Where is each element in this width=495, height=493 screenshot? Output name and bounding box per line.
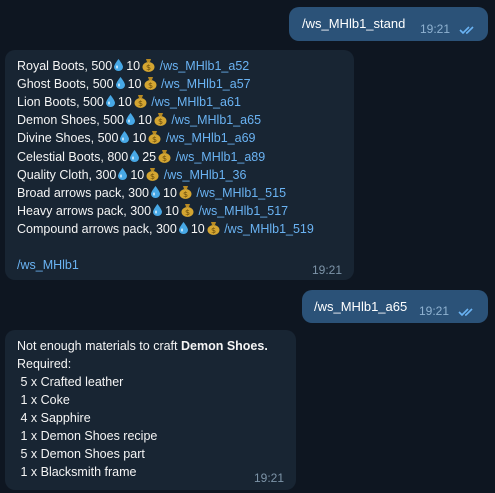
footer-command-link[interactable]: /ws_MHlb1 [17, 256, 79, 274]
item-name-price: Celestial Boots, 800 [17, 149, 129, 164]
water-drop-icon [153, 203, 163, 216]
svg-text:$: $ [183, 190, 188, 199]
outgoing-message-craft[interactable]: /ws_MHlb1_a65 19:21 [302, 290, 488, 323]
water-drop-icon [120, 130, 130, 144]
item-command-link[interactable]: /ws_MHlb1_a57 [161, 77, 251, 91]
svg-text:$: $ [162, 154, 167, 163]
shop-item-row: Heavy arrows pack, 300 10 $ /ws_MHlb1_517 [17, 202, 288, 220]
shop-list-message: Royal Boots, 500 10 $ /ws_MHlb1_a52 Ghost B… [5, 50, 354, 280]
money-bag-icon: $ [142, 58, 155, 72]
item-command-link[interactable]: /ws_MHlb1_519 [224, 222, 314, 236]
item-command-link[interactable]: /ws_MHlb1_a89 [176, 150, 266, 164]
requirement-item: 1 x Coke [17, 393, 70, 407]
item-name-price: Royal Boots, 500 [17, 59, 113, 73]
svg-text:$: $ [185, 208, 190, 217]
item-command-link[interactable]: /ws_MHlb1_a61 [151, 95, 241, 109]
money-bag-icon: $ [207, 221, 220, 235]
item-gold: 10 [138, 113, 152, 128]
svg-text:$: $ [158, 117, 163, 126]
requirement-item: 5 x Crafted leather [17, 375, 124, 389]
shop-item-row: Lion Boots, 500 10 $ /ws_MHlb1_a61 [17, 93, 241, 111]
item-name-price: Ghost Boots, 500 [17, 77, 114, 92]
double-check-icon [459, 26, 474, 35]
water-drop-icon [151, 185, 161, 198]
item-command-link[interactable]: /ws_MHlb1_a52 [160, 59, 250, 73]
item-name-price: Compound arrows pack, 300 [17, 221, 177, 236]
money-bag-icon: $ [134, 94, 147, 109]
shop-item-row: Royal Boots, 500 10 $ /ws_MHlb1_a52 [17, 57, 249, 75]
required-label: Required: [17, 357, 72, 371]
item-command-link[interactable]: /ws_MHlb1_517 [198, 204, 288, 218]
requirement-item: 1 x Blacksmith frame [17, 465, 137, 479]
item-gold: 10 [165, 203, 179, 218]
item-gold: 10 [190, 221, 205, 236]
shop-item-row: Divine Shoes, 500 10 $ /ws_MHlb1_a69 [17, 129, 255, 147]
outgoing-message-stand[interactable]: /ws_MHlb1_stand 19:21 [289, 7, 488, 41]
item-name-price: Divine Shoes, 500 [17, 131, 119, 146]
craft-result-message: Not enough materials to craft Demon Shoe… [5, 330, 296, 490]
shop-item-row: Quality Cloth, 300 10 $ /ws_MHlb1_36 [17, 166, 246, 184]
item-command-link[interactable]: /ws_MHlb1_a65 [171, 113, 261, 127]
craft-intro-text: Not enough materials to craft [17, 339, 181, 353]
money-bag-icon: $ [148, 130, 161, 145]
item-gold: 10 [130, 167, 145, 182]
shop-item-row: Broad arrows pack, 300 10 $ /ws_MHlb1_515 [17, 184, 286, 202]
requirement-item: 1 x Demon Shoes recipe [17, 429, 158, 443]
item-name-price: Demon Shoes, 500 [17, 113, 125, 128]
craft-intro: Not enough materials to craft Demon Shoe… [17, 337, 268, 355]
water-drop-icon [114, 58, 124, 71]
craft-item-name: Demon Shoes. [180, 339, 268, 353]
svg-text:$: $ [147, 81, 152, 90]
message-time: 19:21 [419, 304, 450, 318]
item-gold: 10 [117, 95, 132, 110]
requirement-item: 4 x Sapphire [17, 411, 91, 425]
item-gold: 10 [132, 131, 147, 146]
command-text[interactable]: /ws_MHlb1_a65 [314, 299, 407, 314]
item-name-price: Lion Boots, 500 [17, 95, 104, 110]
svg-text:$: $ [146, 63, 151, 72]
item-gold: 10 [126, 59, 141, 73]
item-name-price: Quality Cloth, 300 [17, 167, 117, 182]
water-drop-icon [178, 221, 188, 234]
water-drop-icon [105, 94, 115, 108]
shop-item-row: Ghost Boots, 500 10 $ /ws_MHlb1_a57 [17, 75, 251, 93]
item-name-price: Heavy arrows pack, 300 [17, 203, 152, 218]
svg-text:$: $ [150, 172, 155, 181]
item-name-price: Broad arrows pack, 300 [17, 185, 150, 200]
item-gold: 25 [142, 149, 157, 164]
command-text[interactable]: /ws_MHlb1_stand [302, 16, 405, 31]
message-time: 19:21 [254, 471, 285, 485]
money-bag-icon: $ [179, 185, 192, 199]
water-drop-icon [118, 167, 128, 180]
svg-text:$: $ [152, 135, 157, 144]
message-time: 19:21 [312, 263, 343, 277]
water-drop-icon [126, 112, 136, 126]
water-drop-icon [130, 149, 140, 162]
item-command-link[interactable]: /ws_MHlb1_36 [164, 168, 247, 182]
money-bag-icon: $ [154, 112, 167, 127]
double-check-icon [458, 308, 473, 317]
water-drop-icon [115, 76, 125, 90]
requirement-item: 5 x Demon Shoes part [17, 447, 145, 461]
item-command-link[interactable]: /ws_MHlb1_515 [196, 186, 286, 200]
item-gold: 10 [163, 185, 177, 200]
shop-item-row: Demon Shoes, 500 10 $ /ws_MHlb1_a65 [17, 111, 261, 129]
shop-item-row: Compound arrows pack, 300 10 $ /ws_MHlb1_5… [17, 220, 314, 238]
svg-text:$: $ [211, 226, 216, 235]
money-bag-icon: $ [146, 167, 159, 181]
money-bag-icon: $ [158, 149, 171, 163]
shop-item-row: Celestial Boots, 800 25 $ /ws_MHlb1_a89 [17, 148, 265, 166]
svg-text:$: $ [138, 99, 143, 108]
money-bag-icon: $ [144, 76, 157, 91]
message-time: 19:21 [420, 22, 451, 36]
item-gold: 10 [127, 77, 142, 92]
item-command-link[interactable]: /ws_MHlb1_a69 [166, 131, 256, 145]
money-bag-icon: $ [181, 203, 194, 217]
